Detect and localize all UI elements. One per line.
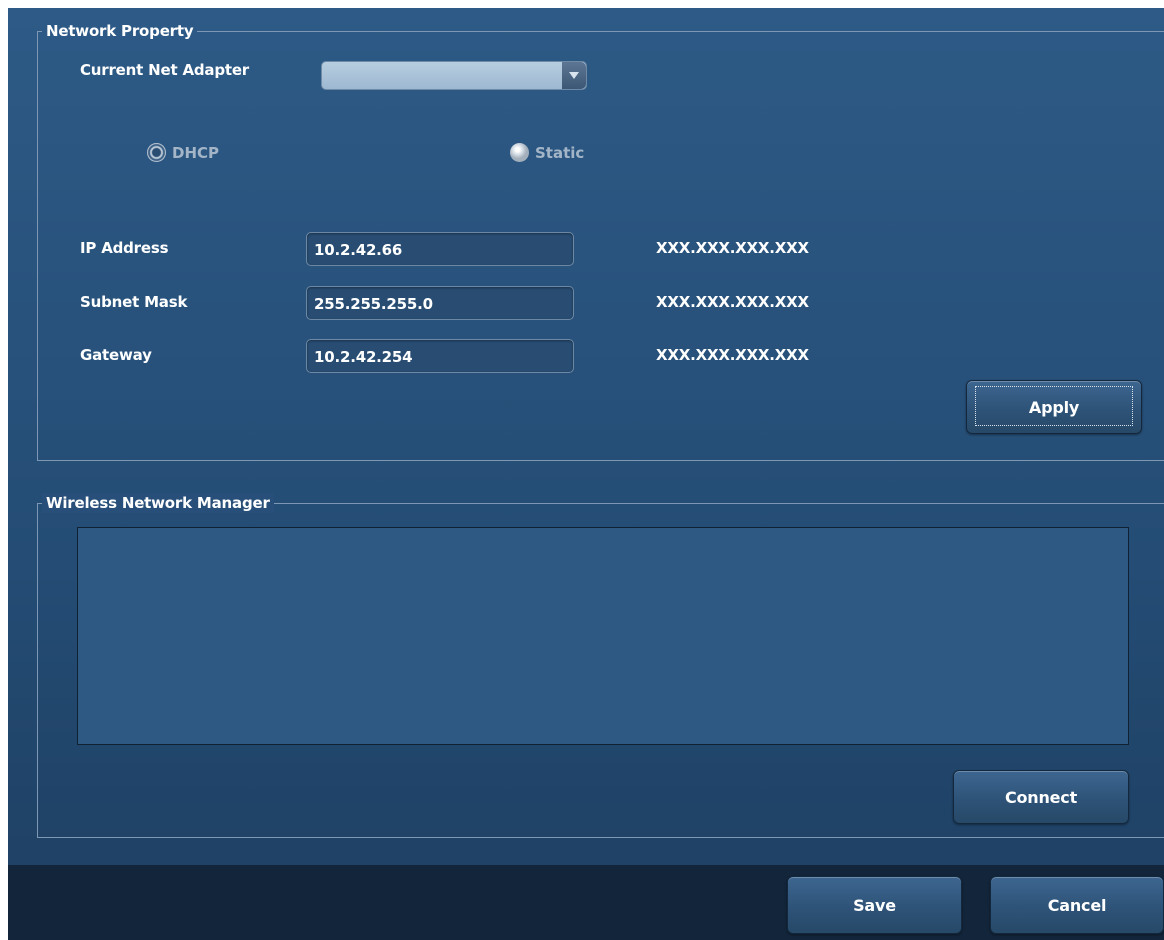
gateway-input[interactable]: 10.2.42.254 xyxy=(306,339,574,373)
network-settings-window: Network Property Current Net Adapter DHC… xyxy=(8,8,1164,940)
connect-button[interactable]: Connect xyxy=(953,770,1129,824)
cancel-button[interactable]: Cancel xyxy=(990,876,1164,934)
net-adapter-select[interactable] xyxy=(321,61,587,90)
radio-dhcp-label: DHCP xyxy=(172,143,220,162)
radio-selected-icon xyxy=(147,143,166,162)
subnet-mask-input[interactable]: 255.255.255.0 xyxy=(306,286,574,320)
save-button[interactable]: Save xyxy=(787,876,962,934)
ip-address-input[interactable]: 10.2.42.66 xyxy=(306,232,574,266)
radio-static-label: Static xyxy=(535,143,585,162)
apply-button[interactable]: Apply xyxy=(966,380,1142,434)
current-net-adapter-label: Current Net Adapter xyxy=(80,61,249,79)
gateway-format-hint: XXX.XXX.XXX.XXX xyxy=(656,346,809,364)
ip-address-format-hint: XXX.XXX.XXX.XXX xyxy=(656,239,809,257)
radio-unselected-icon xyxy=(510,143,529,162)
wireless-network-list[interactable] xyxy=(77,527,1129,745)
gateway-label: Gateway xyxy=(80,346,152,364)
network-property-title: Network Property xyxy=(42,21,198,41)
subnet-mask-format-hint: XXX.XXX.XXX.XXX xyxy=(656,293,809,311)
dropdown-button[interactable] xyxy=(562,62,586,89)
chevron-down-icon xyxy=(569,72,579,79)
radio-static[interactable]: Static xyxy=(510,143,584,162)
radio-dhcp[interactable]: DHCP xyxy=(147,143,219,162)
subnet-mask-label: Subnet Mask xyxy=(80,293,188,311)
wireless-network-manager-title: Wireless Network Manager xyxy=(42,493,274,513)
ip-address-label: IP Address xyxy=(80,239,169,257)
